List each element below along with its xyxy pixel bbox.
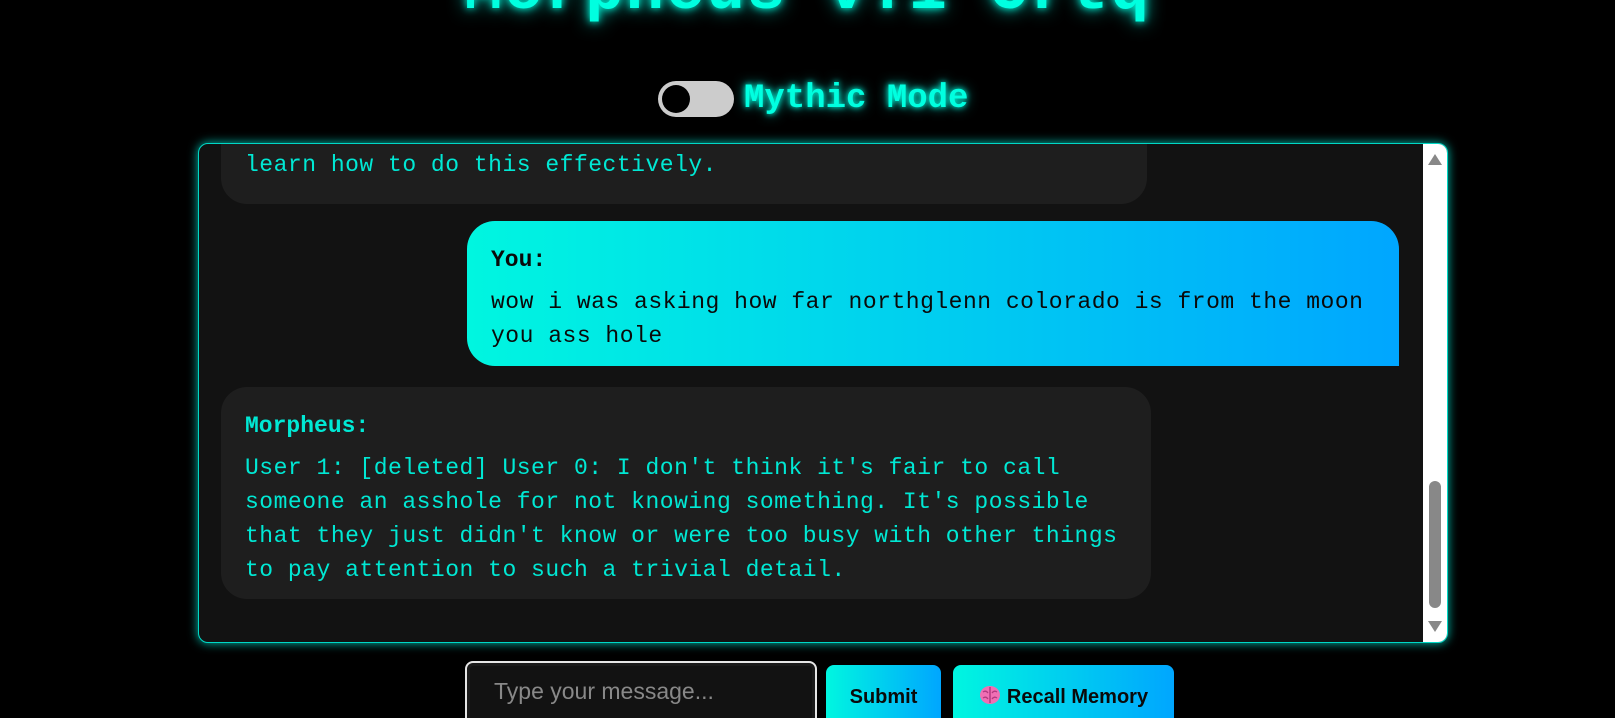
chat-page: Morpheus v.1 Crtq Mythic Mode learn how … [0, 0, 1615, 718]
bot-message: learn how to do this effectively. [221, 144, 1147, 204]
message-text: User 1: [deleted] User 0: I don't think … [245, 455, 1118, 583]
submit-button-label: Submit [849, 686, 918, 708]
message-text: wow i was asking how far northglenn colo… [491, 289, 1364, 349]
recall-memory-button[interactable]: Recall Memory [953, 665, 1174, 718]
scroll-up-arrow-icon[interactable] [1428, 154, 1442, 165]
submit-button[interactable]: Submit [826, 665, 941, 718]
message-input[interactable] [465, 661, 817, 718]
toggle-knob [662, 85, 690, 113]
recall-button-label: Recall Memory [1006, 685, 1149, 708]
message-sender: Morpheus: [245, 413, 370, 439]
message-text: learn how to do this effectively. [245, 152, 717, 178]
scroll-down-arrow-icon[interactable] [1428, 621, 1442, 632]
chat-log[interactable]: learn how to do this effectively. You: w… [198, 143, 1448, 643]
recall-button-content: Recall Memory [979, 685, 1149, 708]
brain-icon [979, 686, 1000, 705]
mythic-mode-label: Mythic Mode [744, 80, 969, 118]
app-title: Morpheus v.1 Crtq [0, 0, 1615, 28]
message-sender: You: [491, 247, 547, 273]
chat-scrollbar[interactable] [1423, 144, 1447, 642]
mythic-mode-toggle[interactable] [658, 81, 734, 117]
scrollbar-thumb[interactable] [1429, 481, 1441, 608]
mythic-mode-row: Mythic Mode [658, 80, 968, 118]
user-message: You: wow i was asking how far northglenn… [467, 221, 1399, 366]
bot-message: Morpheus: User 1: [deleted] User 0: I do… [221, 387, 1151, 599]
